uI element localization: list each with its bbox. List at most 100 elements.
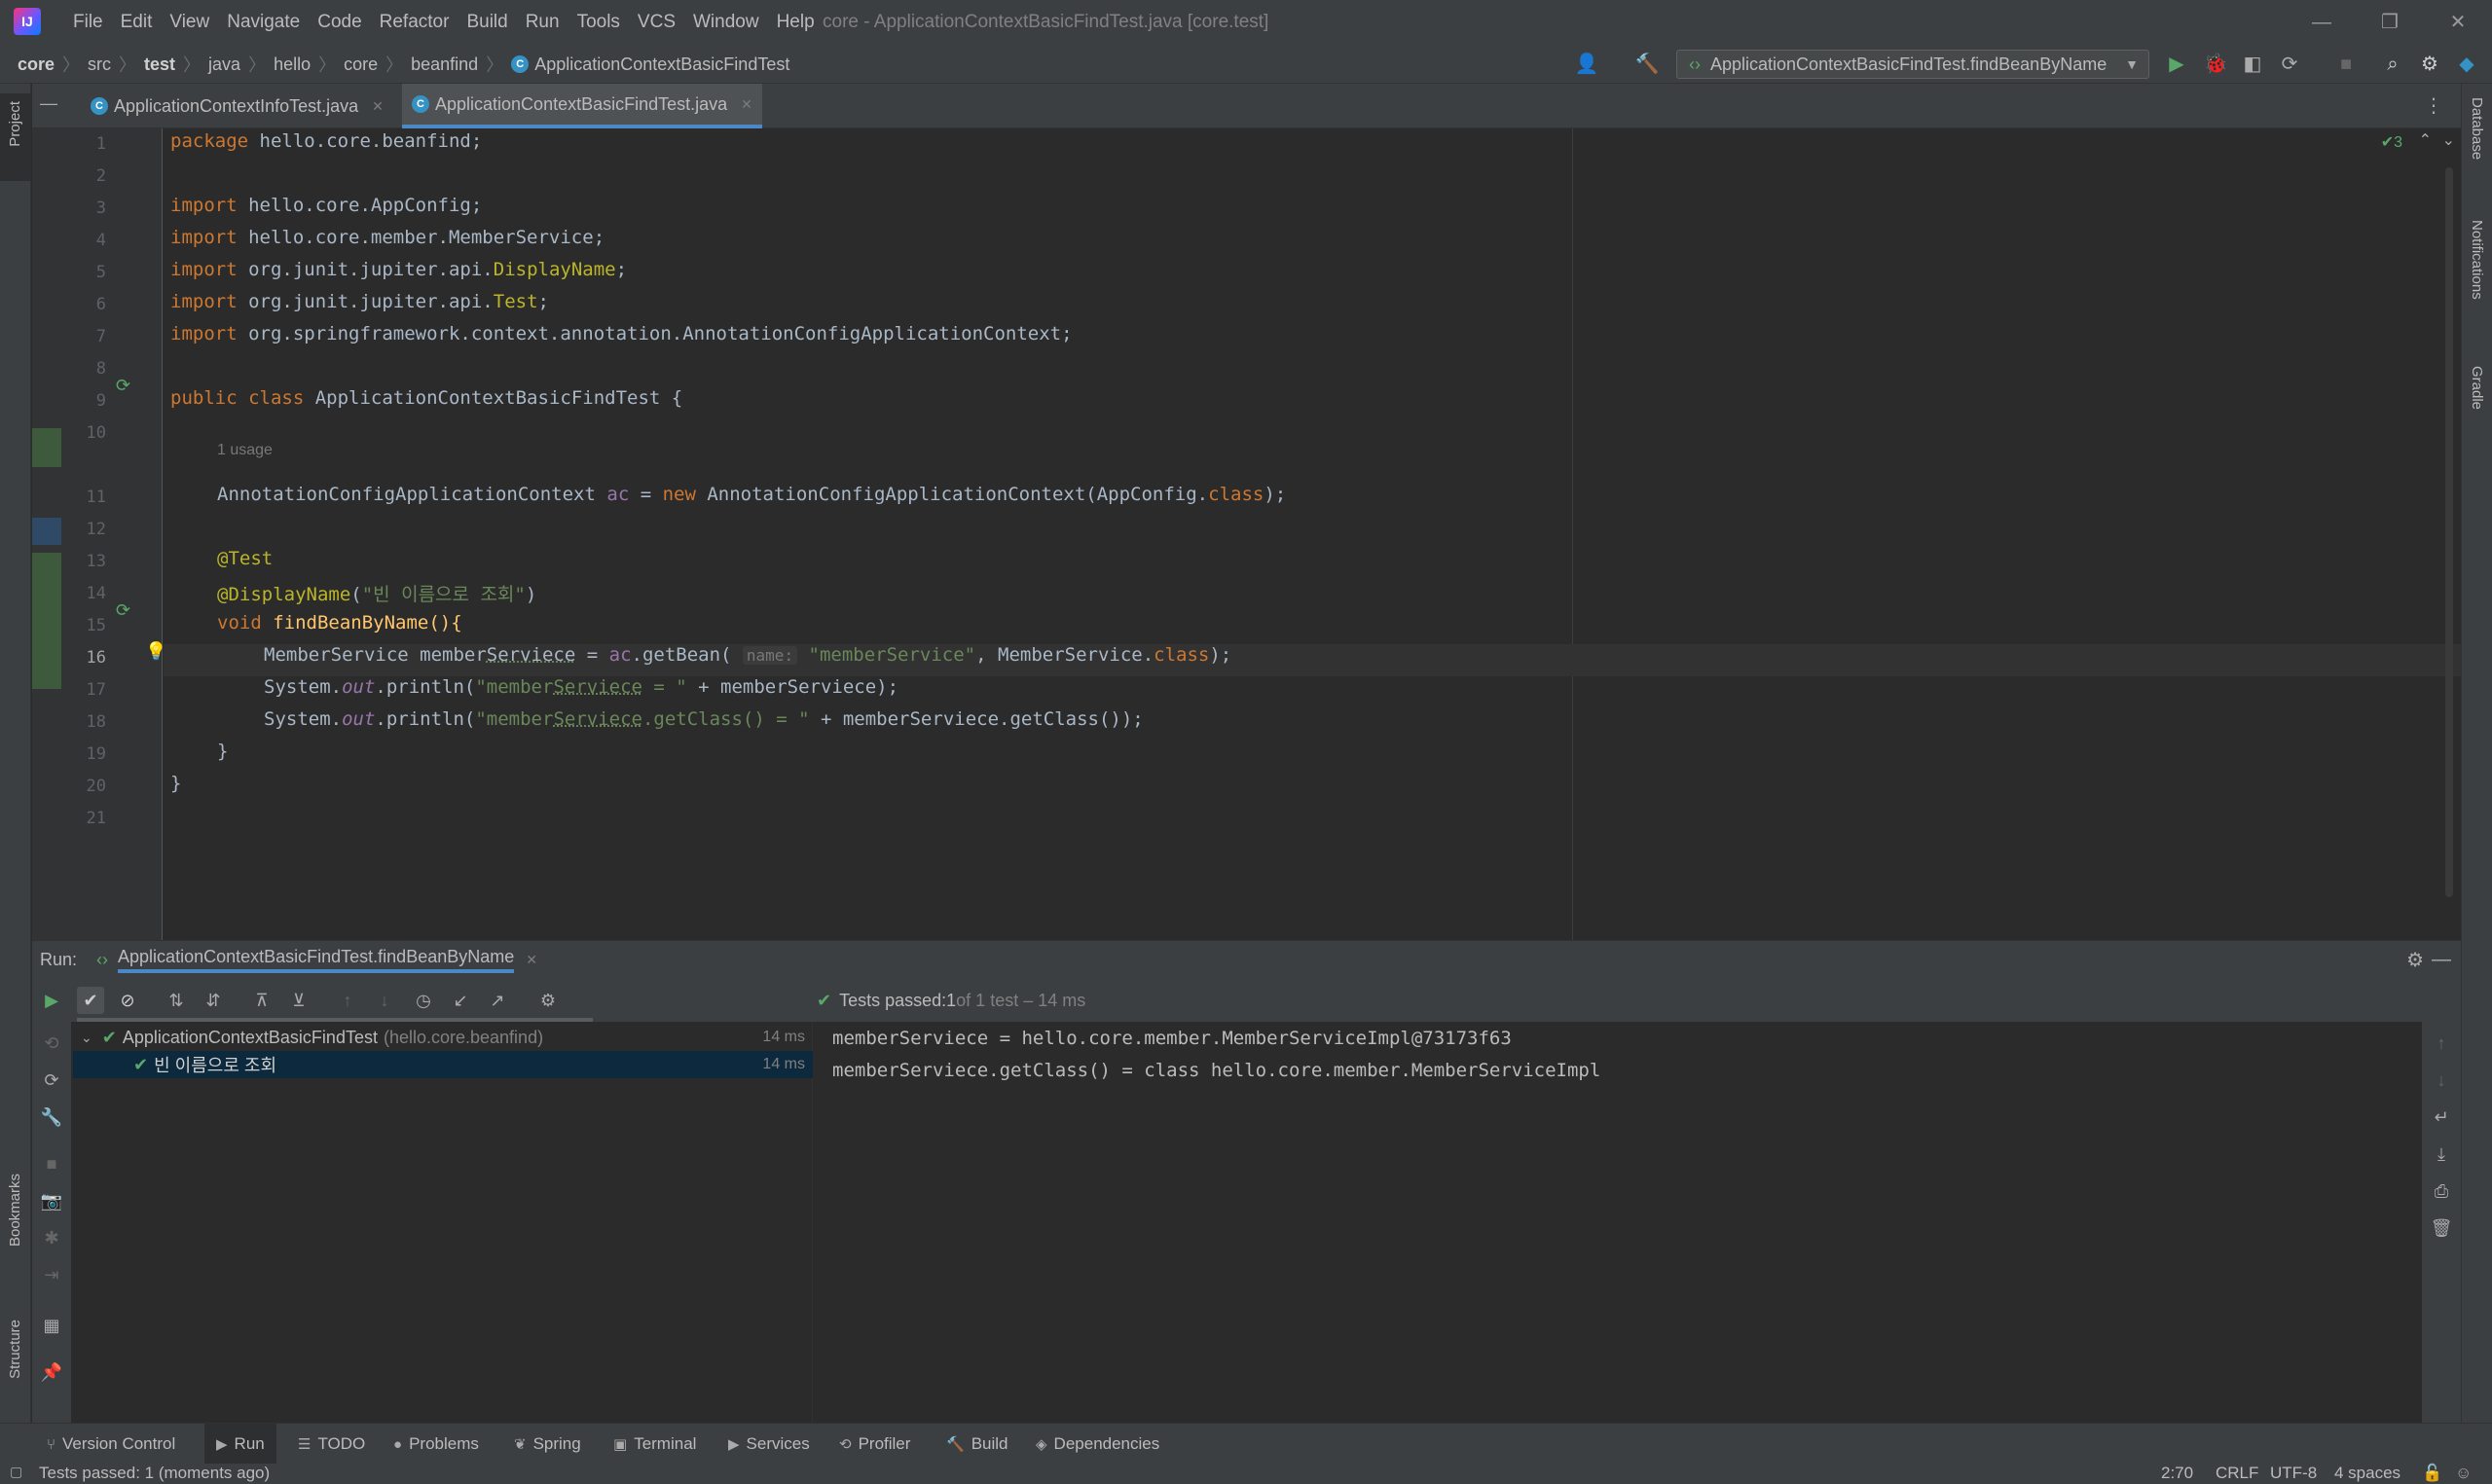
file-encoding[interactable]: UTF-8 bbox=[2270, 1464, 2317, 1483]
tab-profiler[interactable]: ⟲ Profiler bbox=[839, 1424, 910, 1465]
menu-edit[interactable]: Edit bbox=[112, 12, 162, 33]
search-icon[interactable]: ⌕ bbox=[2379, 51, 2406, 78]
lock-icon[interactable]: 🔓 bbox=[2422, 1464, 2442, 1483]
debug-icon[interactable]: ✱ bbox=[38, 1224, 65, 1251]
exit-icon[interactable]: ⇥ bbox=[38, 1261, 65, 1288]
import-tests-icon[interactable]: ↙ bbox=[447, 987, 474, 1014]
debug-icon[interactable]: 🐞 bbox=[2202, 51, 2229, 78]
close-button[interactable]: ✕ bbox=[2424, 0, 2492, 45]
profile-icon[interactable]: ⟳ bbox=[2276, 51, 2303, 78]
tab-services[interactable]: ▶ Services bbox=[728, 1424, 810, 1465]
intellij-logo-icon[interactable]: IJ bbox=[14, 8, 41, 35]
inspection-widget[interactable]: ✔3 bbox=[2381, 132, 2402, 152]
scroll-up-icon[interactable]: ↑ bbox=[2428, 1030, 2455, 1057]
breadcrumb-item[interactable]: beanfind bbox=[411, 54, 478, 75]
menu-run[interactable]: Run bbox=[517, 12, 568, 33]
bookmarks-tool-label[interactable]: Bookmarks bbox=[7, 1174, 23, 1247]
stop-icon[interactable]: ■ bbox=[38, 1150, 65, 1177]
menu-build[interactable]: Build bbox=[458, 12, 516, 33]
scroll-down-icon[interactable]: ↓ bbox=[2428, 1067, 2455, 1094]
close-run-tab-icon[interactable]: ✕ bbox=[526, 952, 537, 968]
hide-panel-icon[interactable]: — bbox=[2432, 949, 2451, 971]
rerun-icon[interactable]: ▶ bbox=[38, 987, 65, 1014]
menu-help[interactable]: Help bbox=[768, 12, 824, 33]
breadcrumb-item[interactable]: java bbox=[208, 54, 240, 75]
stop-icon[interactable]: ■ bbox=[2332, 51, 2360, 78]
structure-tool-label[interactable]: Structure bbox=[7, 1320, 23, 1379]
test-settings-gear-icon[interactable]: ⚙ bbox=[534, 987, 562, 1014]
breadcrumb-item[interactable]: src bbox=[88, 54, 111, 75]
chevron-down-icon[interactable]: ⌄ bbox=[2442, 130, 2455, 150]
gradle-tool-label[interactable]: Gradle bbox=[2469, 366, 2485, 410]
close-tab-icon[interactable]: ✕ bbox=[372, 98, 384, 115]
tab-application-context-info-test[interactable]: C ApplicationContextInfoTest.java ✕ bbox=[81, 84, 393, 128]
rerun-failed-icon[interactable]: ⟲ bbox=[38, 1030, 65, 1057]
database-tool-label[interactable]: Database bbox=[2469, 97, 2485, 160]
menu-view[interactable]: View bbox=[161, 12, 218, 33]
tab-terminal[interactable]: ▣ Terminal bbox=[613, 1424, 696, 1465]
coverage-icon[interactable]: ◧ bbox=[2239, 51, 2266, 78]
trash-icon[interactable]: 🗑 bbox=[2428, 1214, 2455, 1242]
soft-wrap-icon[interactable]: ↵ bbox=[2428, 1104, 2455, 1131]
run-test-method-icon[interactable]: ⟳ bbox=[116, 600, 130, 621]
wrench-icon[interactable]: 🔧 bbox=[38, 1104, 65, 1131]
print-icon[interactable]: ⎙ bbox=[2428, 1177, 2455, 1205]
close-tab-icon[interactable]: ✕ bbox=[741, 96, 752, 113]
tab-problems[interactable]: ● Problems bbox=[393, 1424, 479, 1465]
menu-refactor[interactable]: Refactor bbox=[371, 12, 458, 33]
export-tests-icon[interactable]: ↗ bbox=[484, 987, 511, 1014]
tab-version-control[interactable]: ⑂ Version Control bbox=[47, 1424, 175, 1465]
previous-failed-icon[interactable]: ↑ bbox=[334, 987, 361, 1014]
user-icon[interactable]: 👤 bbox=[1573, 51, 1600, 78]
history-icon[interactable]: ◷ bbox=[410, 987, 437, 1014]
editor-scrollbar[interactable] bbox=[2445, 167, 2453, 897]
notifications-icon[interactable]: ☺ bbox=[2455, 1464, 2472, 1483]
tab-build[interactable]: 🔨 Build bbox=[946, 1424, 1008, 1465]
tab-dependencies[interactable]: ◈ Dependencies bbox=[1036, 1424, 1159, 1465]
menu-navigate[interactable]: Navigate bbox=[218, 12, 309, 33]
status-message[interactable]: Tests passed: 1 (moments ago) bbox=[39, 1464, 270, 1483]
notifications-tool-label[interactable]: Notifications bbox=[2469, 220, 2485, 300]
show-passed-icon[interactable]: ✔ bbox=[77, 987, 104, 1014]
menu-file[interactable]: File bbox=[64, 12, 112, 33]
tab-todo[interactable]: ☰ TODO bbox=[298, 1424, 365, 1465]
more-tabs-icon[interactable]: ⋮ bbox=[2424, 93, 2443, 118]
menu-vcs[interactable]: VCS bbox=[629, 12, 684, 33]
menu-tools[interactable]: Tools bbox=[568, 12, 629, 33]
line-separator[interactable]: CRLF bbox=[2216, 1464, 2258, 1483]
tab-application-context-basic-find-test[interactable]: C ApplicationContextBasicFindTest.java ✕ bbox=[402, 84, 762, 128]
layout-icon[interactable]: ▦ bbox=[38, 1312, 65, 1339]
project-tool-button[interactable]: Project bbox=[0, 93, 31, 181]
restore-button[interactable]: ❐ bbox=[2356, 0, 2424, 45]
console-output[interactable]: memberServiece = hello.core.member.Membe… bbox=[815, 1022, 2421, 1423]
show-ignored-icon[interactable]: ⊘ bbox=[114, 987, 141, 1014]
plugin-icon[interactable]: ◆ bbox=[2453, 51, 2480, 78]
next-failed-icon[interactable]: ↓ bbox=[371, 987, 398, 1014]
indent-setting[interactable]: 4 spaces bbox=[2334, 1464, 2400, 1483]
run-test-class-icon[interactable]: ⟳ bbox=[116, 376, 130, 396]
menu-window[interactable]: Window bbox=[684, 12, 768, 33]
build-hammer-icon[interactable]: 🔨 bbox=[1633, 51, 1661, 78]
minimize-button[interactable]: — bbox=[2288, 0, 2356, 45]
settings-gear-icon[interactable]: ⚙ bbox=[2406, 948, 2424, 972]
toggle-auto-test-icon[interactable]: ⟳ bbox=[38, 1067, 65, 1094]
run-icon[interactable]: ▶ bbox=[2163, 51, 2190, 78]
breadcrumb-item[interactable]: hello bbox=[274, 54, 311, 75]
breadcrumb-item[interactable]: ApplicationContextBasicFindTest bbox=[534, 54, 789, 75]
expand-all-icon[interactable]: ⊼ bbox=[248, 987, 275, 1014]
breadcrumb-item[interactable]: core bbox=[344, 54, 378, 75]
sort-duration-icon[interactable]: ⇵ bbox=[200, 987, 227, 1014]
chevron-down-icon[interactable]: ⌄ bbox=[81, 1030, 92, 1046]
camera-icon[interactable]: 📷 bbox=[38, 1187, 65, 1214]
menu-code[interactable]: Code bbox=[309, 12, 370, 33]
scroll-to-end-icon[interactable]: ⤓ bbox=[2428, 1140, 2455, 1168]
pin-icon[interactable]: 📌 bbox=[38, 1358, 65, 1386]
settings-gear-icon[interactable]: ⚙ bbox=[2416, 51, 2443, 78]
sort-alpha-icon[interactable]: ⇅ bbox=[163, 987, 190, 1014]
tab-spring[interactable]: ❦ Spring bbox=[514, 1424, 581, 1465]
breadcrumb-item[interactable]: core bbox=[18, 54, 55, 75]
chevron-up-icon[interactable]: ⌃ bbox=[2419, 130, 2432, 150]
breadcrumb-item[interactable]: test bbox=[144, 54, 175, 75]
collapse-icon[interactable]: — bbox=[40, 93, 63, 117]
usage-hint[interactable]: 1 usage bbox=[217, 442, 273, 459]
